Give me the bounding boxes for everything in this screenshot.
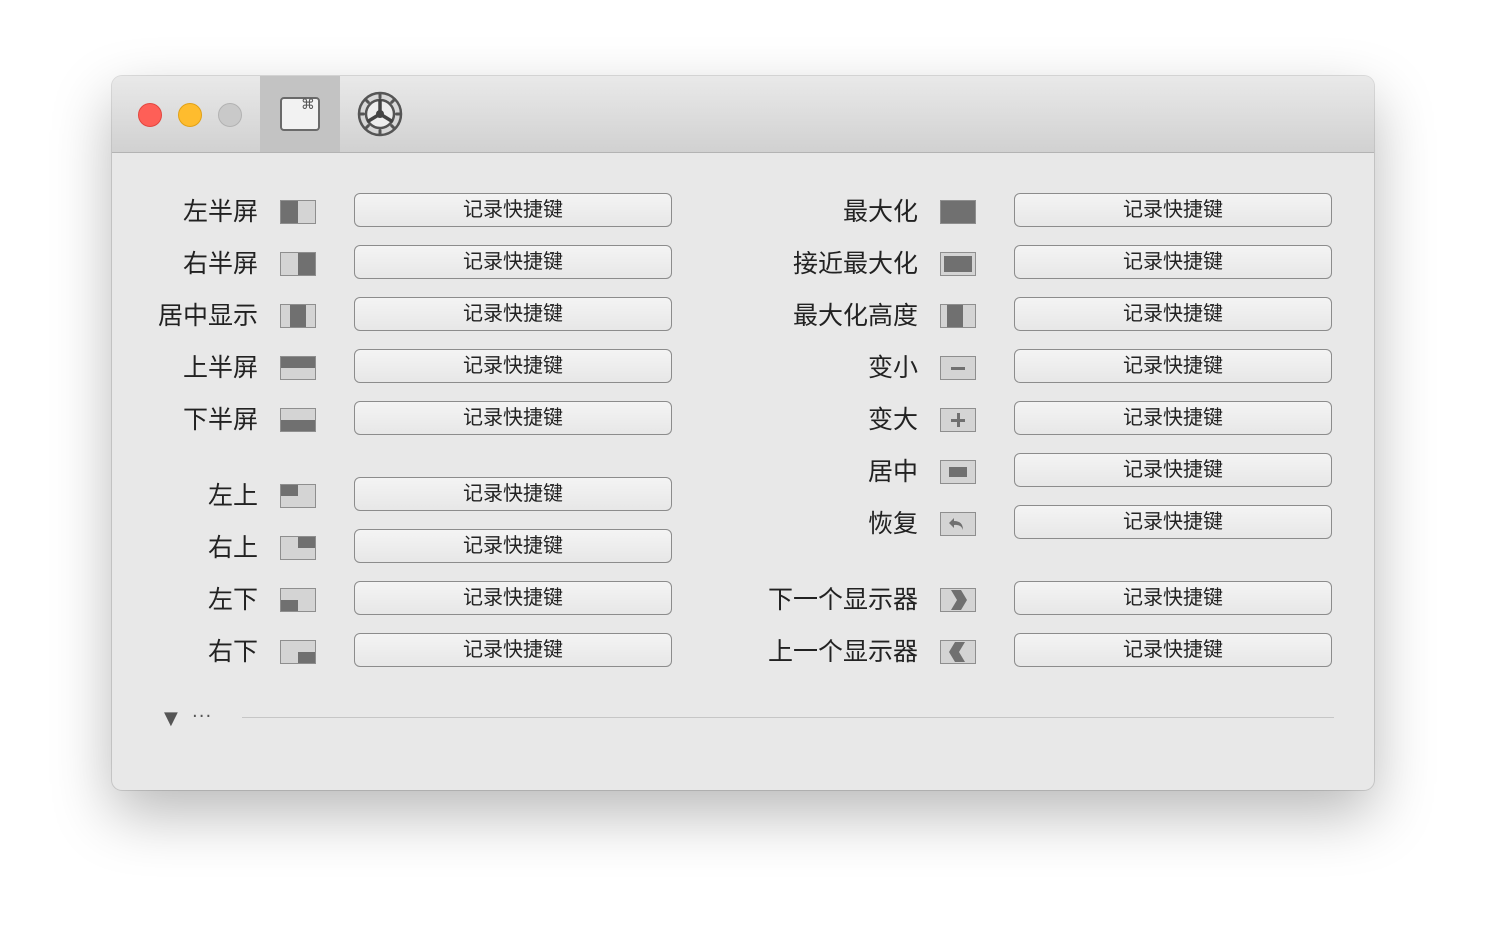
restore-arrow-icon	[940, 512, 976, 536]
top-right-icon	[280, 536, 316, 560]
record-shortcut-button-top-left[interactable]: 记录快捷键	[354, 477, 672, 511]
title-bar: ⌘	[112, 76, 1374, 153]
record-shortcut-button-smaller[interactable]: 记录快捷键	[1014, 349, 1332, 383]
tab-shortcuts[interactable]: ⌘	[260, 76, 340, 152]
separator-line	[242, 717, 1334, 718]
record-shortcut-button-restore[interactable]: 记录快捷键	[1014, 505, 1332, 539]
label-bottom-left: 左下	[207, 585, 258, 614]
label-smaller: 变小	[867, 353, 918, 382]
record-shortcut-button-almost-maximize[interactable]: 记录快捷键	[1014, 245, 1332, 279]
more-ellipsis[interactable]: ···	[192, 706, 212, 727]
record-shortcut-button-center[interactable]: 记录快捷键	[1014, 453, 1332, 487]
left-half-icon	[280, 200, 316, 224]
right-half-icon	[280, 252, 316, 276]
bottom-half-icon	[280, 408, 316, 432]
record-shortcut-button-maximize-height[interactable]: 记录快捷键	[1014, 297, 1332, 331]
label-maximize-height: 最大化高度	[792, 301, 918, 330]
bottom-right-icon	[280, 640, 316, 664]
record-shortcut-button-left-half[interactable]: 记录快捷键	[354, 193, 672, 227]
maximize-height-icon	[940, 304, 976, 328]
label-previous-display: 上一个显示器	[767, 637, 918, 666]
gear-icon	[357, 91, 403, 137]
label-top-left: 左上	[207, 481, 258, 510]
record-shortcut-button-bottom-right[interactable]: 记录快捷键	[354, 633, 672, 667]
record-shortcut-button-bottom-half[interactable]: 记录快捷键	[354, 401, 672, 435]
chevron-right-icon	[940, 588, 976, 612]
record-shortcut-button-right-half[interactable]: 记录快捷键	[354, 245, 672, 279]
record-shortcut-button-center-third[interactable]: 记录快捷键	[354, 297, 672, 331]
label-top-right: 右上	[207, 533, 258, 562]
minus-icon	[940, 356, 976, 380]
label-larger: 变大	[867, 405, 918, 434]
disclosure-triangle-icon[interactable]: ▼	[164, 708, 178, 729]
label-restore: 恢复	[867, 509, 918, 538]
almost-maximize-icon	[940, 252, 976, 276]
zoom-button[interactable]	[218, 103, 242, 127]
close-button[interactable]	[138, 103, 162, 127]
record-shortcut-button-next-display[interactable]: 记录快捷键	[1014, 581, 1332, 615]
label-left-half: 左半屏	[182, 197, 258, 226]
record-shortcut-button-previous-display[interactable]: 记录快捷键	[1014, 633, 1332, 667]
label-center: 居中	[867, 457, 918, 486]
record-shortcut-button-bottom-left[interactable]: 记录快捷键	[354, 581, 672, 615]
tab-general[interactable]	[340, 76, 420, 152]
center-window-icon	[940, 460, 976, 484]
record-shortcut-button-top-right[interactable]: 记录快捷键	[354, 529, 672, 563]
label-top-half: 上半屏	[182, 353, 258, 382]
chevron-left-icon	[940, 640, 976, 664]
record-shortcut-button-maximize[interactable]: 记录快捷键	[1014, 193, 1332, 227]
top-left-icon	[280, 484, 316, 508]
top-half-icon	[280, 356, 316, 380]
record-shortcut-button-larger[interactable]: 记录快捷键	[1014, 401, 1332, 435]
center-third-icon	[280, 304, 316, 328]
label-right-half: 右半屏	[182, 249, 258, 278]
command-glyph: ⌘	[301, 97, 315, 113]
label-bottom-half: 下半屏	[182, 405, 258, 434]
plus-icon	[940, 408, 976, 432]
label-almost-maximize: 接近最大化	[792, 249, 918, 278]
maximize-icon	[940, 200, 976, 224]
label-bottom-right: 右下	[207, 637, 258, 666]
minimize-button[interactable]	[178, 103, 202, 127]
command-key-icon: ⌘	[280, 97, 320, 131]
record-shortcut-button-top-half[interactable]: 记录快捷键	[354, 349, 672, 383]
label-center-third: 居中显示	[157, 301, 258, 330]
label-next-display: 下一个显示器	[767, 585, 918, 614]
label-maximize: 最大化	[842, 197, 918, 226]
bottom-left-icon	[280, 588, 316, 612]
preferences-window: ⌘ 左半屏 记录快捷键 右半屏 记录快捷键 居中显示 记录快捷键 上半屏 记录快…	[112, 76, 1374, 790]
